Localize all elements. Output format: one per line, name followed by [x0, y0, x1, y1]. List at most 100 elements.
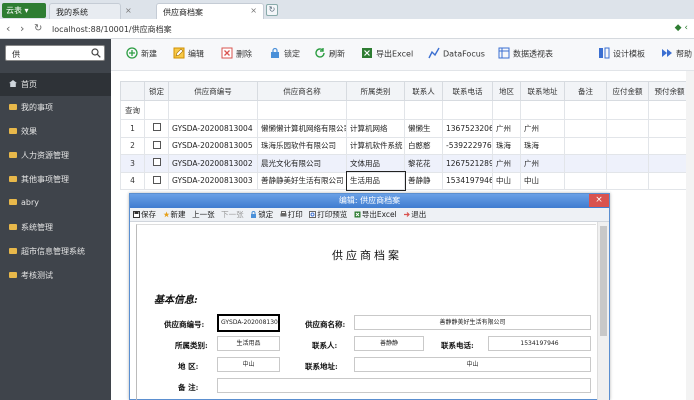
close-icon[interactable]: ×	[125, 6, 132, 15]
filter-label[interactable]: 查询	[120, 100, 145, 120]
cell-phone[interactable]: 1534197946	[442, 171, 493, 190]
column-header[interactable]: 联系人	[404, 81, 443, 101]
phone-field[interactable]: 1534197946	[488, 336, 591, 351]
search-input[interactable]: 供	[5, 45, 105, 61]
brand-tab[interactable]: 云表 ▾	[2, 3, 46, 18]
back-icon[interactable]: ‹	[6, 22, 10, 35]
reload-icon[interactable]: ↻	[34, 23, 42, 34]
filter-cell[interactable]	[442, 100, 493, 120]
code-field[interactable]: GYSDA-20200813003	[217, 314, 280, 332]
next-button[interactable]: 下一张	[221, 208, 244, 222]
edit-button[interactable]: 编辑	[173, 47, 204, 62]
filter-cell[interactable]	[404, 100, 443, 120]
cell-remark[interactable]	[564, 171, 607, 190]
close-icon[interactable]: ×	[589, 194, 609, 207]
dialog-title[interactable]: 编辑: 供应商档案	[130, 194, 609, 208]
table-row[interactable]: 3 GYSDA-20200813002 晨光文化有限公司 文体用品 黎花花 12…	[120, 154, 691, 173]
cell-payable[interactable]	[606, 136, 649, 155]
cell-phone[interactable]: 1267521289	[442, 154, 493, 173]
new-button[interactable]: 新建	[126, 47, 157, 62]
column-header[interactable]: 备注	[564, 81, 607, 101]
table-row[interactable]: 1 GYSDA-20200813004 懒懒懒计算机网络有限公司 计算机网络 懒…	[120, 119, 691, 138]
cell-region[interactable]: 广州	[492, 119, 521, 138]
filter-cell[interactable]	[492, 100, 521, 120]
cell-code[interactable]: GYSDA-20200813003	[168, 171, 258, 190]
lock-button[interactable]: 锁定	[250, 208, 273, 222]
table-row[interactable]: 2 GYSDA-20200813005 珠海乐园软件有限公司 计算机软件系统 白…	[120, 136, 691, 155]
sidebar-item-other[interactable]: 其他事项管理	[0, 168, 111, 191]
filter-cell[interactable]	[606, 100, 649, 120]
design-template-button[interactable]: 设计模板	[598, 47, 645, 62]
filter-cell[interactable]	[648, 100, 691, 120]
cell-name[interactable]: 晨光文化有限公司	[257, 154, 347, 173]
remark-field[interactable]	[217, 378, 591, 393]
print-preview-button[interactable]: 打印预览	[309, 208, 347, 222]
cell-address[interactable]: 中山	[520, 171, 565, 190]
column-header[interactable]: 联系地址	[520, 81, 565, 101]
cell-region[interactable]: 广州	[492, 154, 521, 173]
column-header[interactable]: 联系电话	[442, 81, 493, 101]
column-header[interactable]: 供应商名称	[257, 81, 347, 101]
cell-prepaid[interactable]	[648, 136, 691, 155]
column-header[interactable]: 地区	[492, 81, 521, 101]
cell-name[interactable]: 珠海乐园软件有限公司	[257, 136, 347, 155]
save-button[interactable]: 保存	[133, 208, 156, 222]
region-field[interactable]: 中山	[217, 357, 280, 372]
sidebar-item-home[interactable]: 首页	[0, 73, 111, 96]
forward-icon[interactable]: ›	[20, 22, 24, 35]
cell-phone[interactable]: -539222976	[442, 136, 493, 155]
cell-prepaid[interactable]	[648, 119, 691, 138]
column-header[interactable]: 所属类别	[346, 81, 405, 101]
print-button[interactable]: 打印	[280, 208, 303, 222]
extension-icon[interactable]: ◆ ‹	[675, 23, 688, 33]
refresh-button[interactable]: 刷新	[314, 48, 345, 62]
cell-address[interactable]: 广州	[520, 154, 565, 173]
cell-category[interactable]: 文体用品	[346, 154, 405, 173]
cell-contact[interactable]: 善静静	[404, 171, 443, 190]
cell-contact[interactable]: 白憨憨	[404, 136, 443, 155]
lock-checkbox[interactable]	[152, 175, 161, 184]
filter-cell[interactable]	[144, 100, 169, 120]
lock-checkbox[interactable]	[152, 123, 161, 132]
contact-field[interactable]: 善静静	[354, 336, 424, 351]
sidebar-item-supermarket[interactable]: 超市信息管理系统	[0, 240, 111, 263]
previous-button[interactable]: 上一张	[192, 208, 215, 222]
lock-checkbox-cell[interactable]	[144, 136, 169, 155]
sidebar-item-exam[interactable]: 考核测试	[0, 264, 111, 287]
lock-checkbox-cell[interactable]	[144, 154, 169, 173]
cell-prepaid[interactable]	[648, 171, 691, 190]
close-icon[interactable]: ×	[250, 6, 257, 15]
sidebar-item-abry[interactable]: abry	[0, 192, 111, 215]
filter-cell[interactable]	[346, 100, 405, 120]
export-excel-button[interactable]: 导出Excel	[361, 48, 413, 62]
sidebar-item-hr[interactable]: 人力资源管理	[0, 144, 111, 167]
lock-checkbox[interactable]	[152, 158, 161, 167]
column-header[interactable]: 供应商编号	[168, 81, 258, 101]
tab-supplier-archive[interactable]: 供应商档案 ×	[156, 3, 264, 19]
lock-button[interactable]: 锁定	[269, 47, 300, 62]
column-header[interactable]: 应付金额	[606, 81, 649, 101]
cell-category[interactable]: 计算机软件系统	[346, 136, 405, 155]
new-button[interactable]: 新建	[163, 208, 186, 222]
name-field[interactable]: 善静静美好生活有限公司	[354, 315, 591, 330]
cell-name[interactable]: 善静静美好生活有限公司	[257, 171, 347, 190]
datafocus-button[interactable]: DataFocus	[428, 47, 485, 62]
cell-category[interactable]: 计算机网络	[346, 119, 405, 138]
export-excel-button[interactable]: 导出Excel	[354, 208, 397, 222]
cell-region[interactable]: 中山	[492, 171, 521, 190]
cell-name[interactable]: 懒懒懒计算机网络有限公司	[257, 119, 347, 138]
dialog-scrollbar[interactable]	[597, 222, 609, 400]
search-icon[interactable]	[91, 48, 101, 58]
cell-remark[interactable]	[564, 119, 607, 138]
cell-region[interactable]: 珠海	[492, 136, 521, 155]
filter-cell[interactable]	[168, 100, 258, 120]
column-header[interactable]: 预付余额	[648, 81, 691, 101]
new-tab-button[interactable]: ↻	[266, 4, 278, 16]
cell-category[interactable]: 生活用品	[345, 171, 406, 191]
lock-checkbox-cell[interactable]	[144, 171, 169, 190]
page-scrollbar[interactable]	[686, 71, 694, 400]
cell-code[interactable]: GYSDA-20200813004	[168, 119, 258, 138]
sidebar-item-my-tasks[interactable]: 我的事项	[0, 96, 111, 119]
cell-contact[interactable]: 懒懒生	[404, 119, 443, 138]
delete-button[interactable]: 删除	[221, 47, 252, 62]
